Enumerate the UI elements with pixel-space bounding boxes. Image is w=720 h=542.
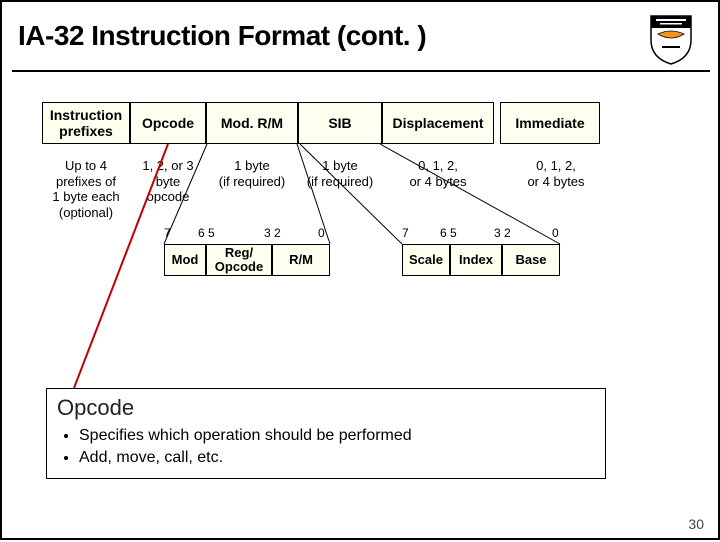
field-prefixes: Instruction prefixes xyxy=(42,102,130,144)
bit-32-sib: 3 2 xyxy=(494,226,511,240)
subfield-reg-opcode: Reg/ Opcode xyxy=(206,244,272,276)
opcode-heading: Opcode xyxy=(57,395,595,421)
bit-65-sib: 6 5 xyxy=(440,226,457,240)
bit-7-sib: 7 xyxy=(402,226,409,240)
size-prefixes: Up to 4 prefixes of 1 byte each (optiona… xyxy=(42,158,130,220)
opcode-bullet-1: Specifies which operation should be perf… xyxy=(79,425,595,447)
subfield-scale: Scale xyxy=(402,244,450,276)
subfield-rm: R/M xyxy=(272,244,330,276)
field-immediate: Immediate xyxy=(500,102,600,144)
bit-0-sib: 0 xyxy=(552,226,559,240)
size-opcode: 1, 2, or 3 byte opcode xyxy=(130,158,206,220)
opcode-description-box: Opcode Specifies which operation should … xyxy=(46,388,606,479)
opcode-bullet-2: Add, move, call, etc. xyxy=(79,447,595,469)
size-displacement: 0, 1, 2, or 4 bytes xyxy=(382,158,494,220)
subfield-base: Base xyxy=(502,244,560,276)
field-displacement: Displacement xyxy=(382,102,494,144)
field-opcode: Opcode xyxy=(130,102,206,144)
modrm-subfields: Mod Reg/ Opcode R/M xyxy=(164,244,330,276)
opcode-bullets: Specifies which operation should be perf… xyxy=(63,425,595,468)
princeton-crest-icon xyxy=(646,14,696,66)
format-row: Instruction prefixes Opcode Mod. R/M SIB… xyxy=(42,102,600,144)
page-number: 30 xyxy=(688,516,704,532)
field-sib: SIB xyxy=(298,102,382,144)
size-sib: 1 byte (if required) xyxy=(298,158,382,220)
size-immediate: 0, 1, 2, or 4 bytes xyxy=(506,158,606,220)
bit-65-modrm: 6 5 xyxy=(198,226,215,240)
sib-subfields: Scale Index Base xyxy=(402,244,560,276)
page-title: IA-32 Instruction Format (cont. ) xyxy=(18,20,426,52)
bit-0-modrm: 0 xyxy=(318,226,325,240)
subfield-index: Index xyxy=(450,244,502,276)
bit-7-modrm: 7 xyxy=(164,226,171,240)
sizes-row: Up to 4 prefixes of 1 byte each (optiona… xyxy=(42,158,606,220)
field-modrm: Mod. R/M xyxy=(206,102,298,144)
subfield-mod: Mod xyxy=(164,244,206,276)
title-rule xyxy=(12,70,710,72)
bit-32-modrm: 3 2 xyxy=(264,226,281,240)
slide: IA-32 Instruction Format (cont. ) Instru… xyxy=(0,0,720,540)
size-modrm: 1 byte (if required) xyxy=(206,158,298,220)
